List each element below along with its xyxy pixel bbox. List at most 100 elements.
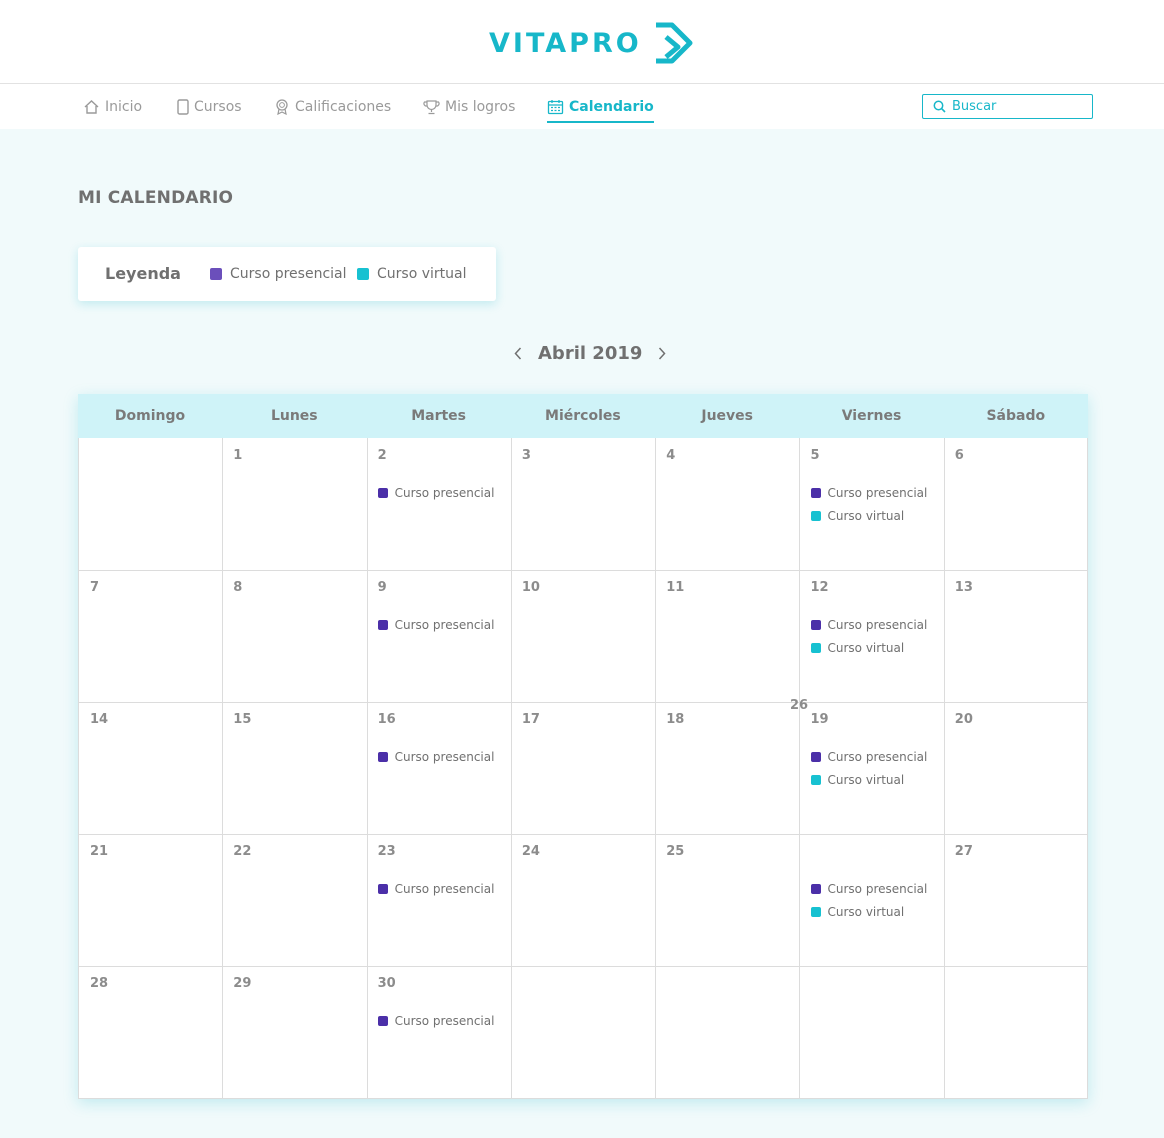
calendar-day-cell[interactable]: 20: [943, 702, 1088, 835]
calendar-day-cell[interactable]: 22: [222, 834, 368, 967]
presencial-dot: [377, 488, 388, 498]
calendar-day-cell[interactable]: Curso presencial Curso virtual: [799, 834, 945, 967]
day-number: 15: [233, 712, 252, 727]
calendar-day-cell[interactable]: 25: [655, 834, 801, 967]
legend-card: Leyenda Curso presencial Curso virtual: [78, 247, 496, 301]
event-label: Curso presencial: [827, 486, 928, 500]
nav-item-calificaciones[interactable]: Calificaciones: [274, 84, 391, 129]
calendar-day-cell[interactable]: 30 Curso presencial: [366, 966, 512, 1099]
event-presencial[interactable]: Curso presencial: [377, 750, 494, 764]
page-title: MI CALENDARIO: [78, 188, 234, 208]
next-month-button[interactable]: [654, 343, 670, 363]
legend-title: Leyenda: [105, 264, 181, 283]
calendar-day-cell[interactable]: 5 Curso presencial Curso virtual: [799, 438, 945, 571]
calendar-day-cell[interactable]: [78, 438, 224, 571]
event-label: Curso presencial: [827, 882, 928, 896]
main-nav: Inicio Cursos Calificaciones Mis logros …: [0, 84, 1164, 129]
calendar-day-cell[interactable]: 23 Curso presencial: [366, 834, 512, 967]
event-presencial[interactable]: Curso presencial: [377, 618, 494, 632]
nav-item-cursos[interactable]: Cursos: [177, 84, 242, 129]
calendar-day-cell[interactable]: [655, 966, 801, 1099]
weekday-header: Martes: [411, 408, 466, 424]
nav-item-mis-logros[interactable]: Mis logros: [423, 84, 515, 129]
day-number: 23: [377, 844, 396, 859]
day-number: 13: [954, 580, 973, 595]
day-number: 29: [233, 976, 252, 991]
calendar-day-cell[interactable]: [943, 966, 1088, 1099]
calendar-day-cell[interactable]: 8: [222, 570, 368, 703]
event-label: Curso virtual: [827, 773, 905, 787]
day-number: 1: [233, 448, 243, 463]
calendar-day-cell[interactable]: 27: [943, 834, 1088, 967]
event-presencial[interactable]: Curso presencial: [810, 618, 927, 632]
calendar-day-cell[interactable]: 21: [78, 834, 224, 967]
calendar-day-cell[interactable]: 1: [222, 438, 368, 571]
calendar-day-cell[interactable]: 9 Curso presencial: [366, 570, 512, 703]
search-input[interactable]: [952, 99, 1092, 114]
search-box[interactable]: [922, 94, 1093, 119]
weekday-header: Jueves: [701, 408, 753, 424]
logo-text: VITAPRO: [489, 27, 642, 59]
event-label: Curso presencial: [827, 750, 928, 764]
event-virtual[interactable]: Curso virtual: [810, 641, 904, 655]
legend-item-virtual: Curso virtual: [357, 266, 466, 282]
calendar-day-cell[interactable]: 6: [943, 438, 1088, 571]
event-presencial[interactable]: Curso presencial: [810, 750, 928, 764]
calendar-day-cell[interactable]: 15: [222, 702, 368, 835]
calendar-day-cell[interactable]: 4: [655, 438, 801, 571]
calendar-day-cell[interactable]: 18: [655, 702, 801, 835]
virtual-swatch: [357, 268, 369, 280]
calendar-day-cell[interactable]: 3: [510, 438, 657, 571]
event-presencial[interactable]: Curso presencial: [810, 882, 928, 896]
event-virtual[interactable]: Curso virtual: [810, 905, 904, 919]
legend-label-virtual: Curso virtual: [377, 266, 467, 282]
day-number: 8: [233, 580, 243, 595]
calendar-day-cell[interactable]: 14: [78, 702, 224, 835]
day-number: 3: [521, 448, 531, 463]
event-virtual[interactable]: Curso virtual: [810, 773, 905, 787]
nav-item-inicio[interactable]: Inicio: [83, 84, 142, 129]
calendar-day-cell[interactable]: 13: [943, 570, 1088, 703]
calendar-day-cell[interactable]: 19 Curso presencial Curso virtual: [799, 702, 945, 835]
presencial-dot: [810, 620, 821, 630]
day-number: 7: [90, 580, 100, 595]
virtual-dot: [810, 643, 821, 653]
calendar-header-row: Domingo Lunes Martes Miércoles Jueves Viernes…: [78, 394, 1088, 438]
virtual-dot: [810, 907, 821, 917]
prev-month-button[interactable]: [510, 343, 526, 363]
event-presencial[interactable]: Curso presencial: [810, 486, 928, 500]
event-label: Curso virtual: [827, 509, 905, 523]
vitapro-logo[interactable]: VITAPRO: [489, 18, 696, 68]
weekday-header: Miércoles: [545, 408, 621, 424]
presencial-swatch: [210, 268, 222, 280]
calendar-day-cell[interactable]: [510, 966, 657, 1099]
nav-label-calificaciones: Calificaciones: [295, 98, 392, 115]
calendar-day-cell[interactable]: 10: [510, 570, 657, 703]
calendar-day-cell[interactable]: 12 Curso presencial Curso virtual: [799, 570, 945, 703]
nav-item-calendario[interactable]: Calendario: [547, 84, 654, 129]
month-label: Abril 2019: [538, 342, 643, 364]
calendar-day-cell[interactable]: 28: [78, 966, 224, 1099]
event-presencial[interactable]: Curso presencial: [377, 882, 495, 896]
calendar-day-cell[interactable]: 2 Curso presencial: [366, 438, 512, 571]
day-number: 12: [810, 580, 829, 595]
calendar-day-cell[interactable]: 7: [78, 570, 224, 703]
event-presencial[interactable]: Curso presencial: [377, 1014, 495, 1028]
event-label: Curso presencial: [394, 882, 495, 896]
nav-label-inicio: Inicio: [105, 98, 143, 115]
event-presencial[interactable]: Curso presencial: [377, 486, 494, 500]
calendar-day-cell[interactable]: [799, 966, 945, 1099]
presencial-dot: [377, 752, 388, 762]
calendar-day-cell[interactable]: 16 Curso presencial: [366, 702, 512, 835]
nav-label-mis-logros: Mis logros: [445, 98, 516, 115]
calendar-day-cell[interactable]: 29: [222, 966, 368, 1099]
day-number: 16: [377, 712, 396, 727]
calendar-day-cell[interactable]: 17: [510, 702, 657, 835]
event-label: Curso presencial: [394, 1014, 495, 1028]
stray-day-number: 26: [790, 698, 809, 713]
event-virtual[interactable]: Curso virtual: [810, 509, 905, 523]
calendar-day-cell[interactable]: 24: [510, 834, 657, 967]
calendar-grid: Domingo Lunes Martes Miércoles Jueves Viernes…: [78, 394, 1088, 1099]
presencial-dot: [810, 488, 821, 498]
calendar-day-cell[interactable]: 11: [655, 570, 801, 703]
